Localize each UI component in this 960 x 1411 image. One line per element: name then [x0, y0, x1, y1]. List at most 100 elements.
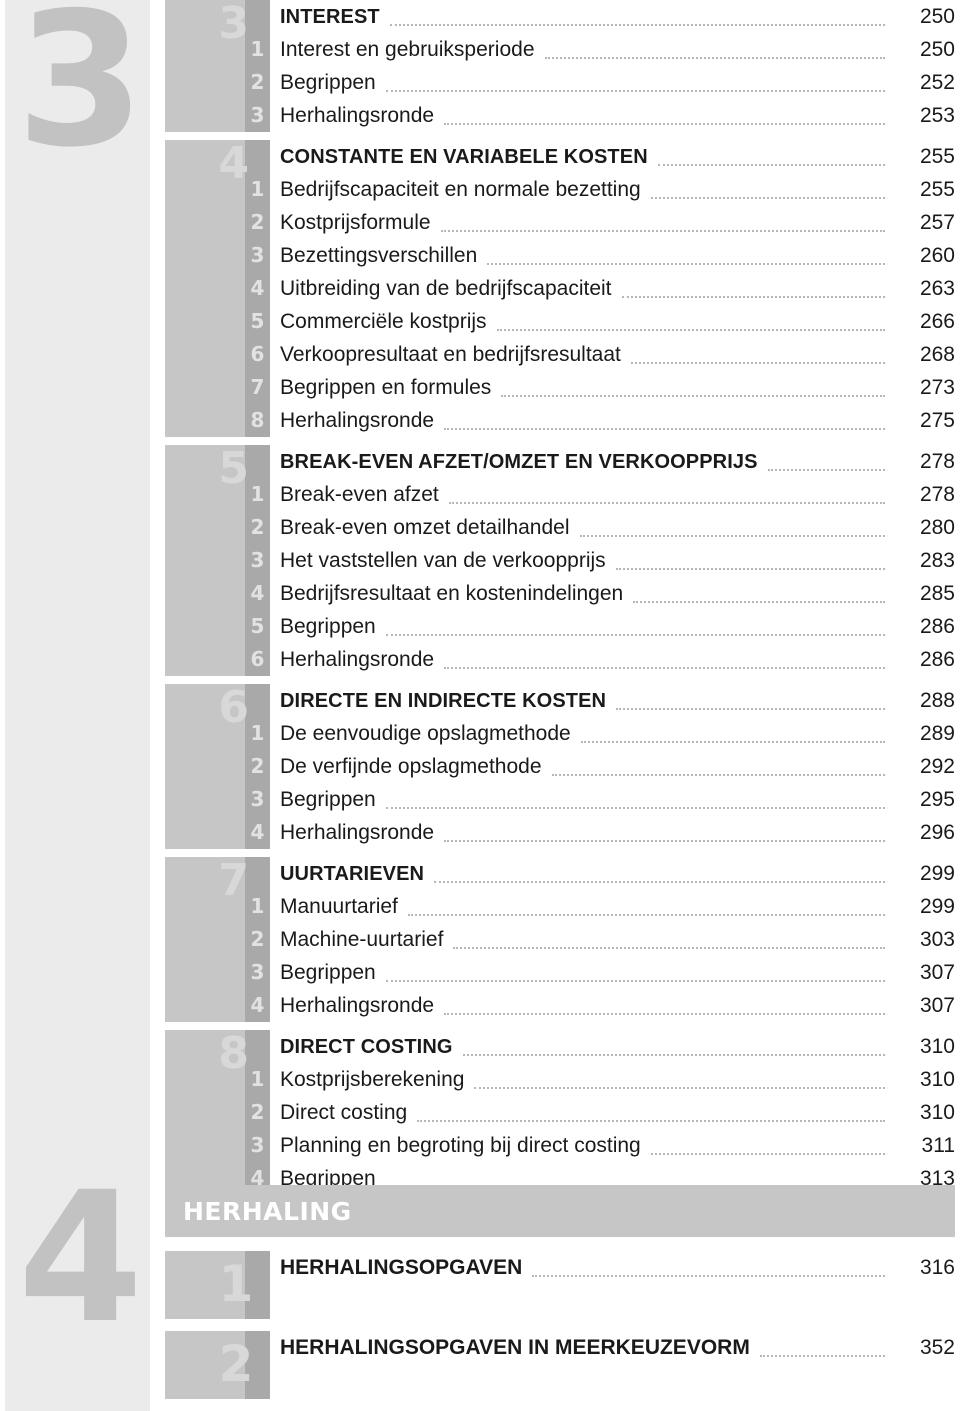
chapter-heading-page: 255 [919, 145, 955, 168]
dot-leader [385, 807, 885, 809]
herhaling-banner-title: HERHALING [183, 1196, 352, 1226]
chapter-block: 6 DIRECTE EN INDIRECTE KOSTEN 288 1 De eenvo… [165, 684, 955, 849]
section-page: 296 [919, 821, 955, 844]
section-number: 4 [250, 276, 265, 300]
section-title: Commerciële kostprijs [280, 310, 487, 333]
toc-entry-row[interactable]: 1 Break-even afzet 278 [165, 478, 955, 511]
dot-leader [633, 601, 885, 603]
part-number-herhaling: 4 [17, 1154, 143, 1363]
section-title: Kostprijsformule [280, 211, 431, 234]
toc-entry-row[interactable]: 7 Begrippen en formules 273 [165, 371, 955, 404]
section-page: 307 [919, 961, 955, 984]
section-number: 4 [250, 820, 265, 844]
toc-entry-row[interactable]: 3 Begrippen 307 [165, 956, 955, 989]
part-number-panel-herhaling: 4 [5, 1154, 150, 1411]
toc-entry-row[interactable]: 4 Herhalingsronde 296 [165, 816, 955, 849]
section-page: 273 [919, 376, 955, 399]
chapter-list: 3 INTEREST 250 1 Interest en gebruiksperiode… [165, 0, 955, 1203]
herhaling-entry[interactable]: 1 HERHALINGSOPGAVEN 316 [165, 1251, 955, 1319]
chapter-block: 3 INTEREST 250 1 Interest en gebruiksperiode… [165, 0, 955, 132]
toc-entry-row[interactable]: 1 De eenvoudige opslagmethode 289 [165, 717, 955, 750]
toc-entry-row[interactable]: 1 Interest en gebruiksperiode 250 [165, 33, 955, 66]
toc-entry-row[interactable]: 3 Begrippen 295 [165, 783, 955, 816]
section-page: 310 [919, 1068, 955, 1091]
toc-entry-row[interactable]: 8 Herhalingsronde 275 [165, 404, 955, 437]
toc-page: 3 3 INTEREST 250 1 Interest en gebruiksperio… [0, 0, 960, 1411]
toc-entry-row[interactable]: 2 De verfijnde opslagmethode 292 [165, 750, 955, 783]
toc-entry-row[interactable]: 1 Manuurtarief 299 [165, 890, 955, 923]
section-title: De eenvoudige opslagmethode [280, 722, 571, 745]
chapter-rows: CONSTANTE EN VARIABELE KOSTEN 255 1 Bedrijf… [165, 140, 955, 437]
toc-entry-row[interactable]: 3 Planning en begroting bij direct costin… [165, 1129, 955, 1162]
chapter-heading-page: 288 [919, 689, 955, 712]
chapter-heading-page: 310 [919, 1035, 955, 1058]
section-number: 1 [250, 721, 265, 745]
section-number: 3 [250, 1133, 265, 1157]
toc-entry-row[interactable]: 1 Bedrijfscapaciteit en normale bezetting… [165, 173, 955, 206]
dot-leader [385, 90, 885, 92]
toc-entry-row[interactable]: 3 Bezettingsverschillen 260 [165, 239, 955, 272]
dot-leader [616, 708, 885, 710]
section-page: 278 [919, 483, 955, 506]
herhaling-entry-row: HERHALINGSOPGAVEN IN MEERKEUZEVORM 352 [280, 1331, 955, 1365]
chapter-block: 7 UURTARIEVEN 299 1 Manuurtarief 299 2 Machine-… [165, 857, 955, 1022]
herhaling-banner: HERHALING [165, 1185, 955, 1237]
chapter-heading-page: 250 [919, 5, 955, 28]
toc-entry-row[interactable]: 6 Verkoopresultaat en bedrijfsresultaat 26… [165, 338, 955, 371]
chapter-heading-title: INTEREST [280, 6, 380, 28]
section-page: 250 [919, 38, 955, 61]
section-title: Break-even omzet detailhandel [280, 516, 570, 539]
dot-leader [579, 535, 885, 537]
chapter-heading-title: DIRECTE EN INDIRECTE KOSTEN [280, 690, 607, 712]
toc-entry-row[interactable]: 1 Kostprijsberekening 310 [165, 1063, 955, 1096]
chapter-heading-title: BREAK-EVEN AFZET/OMZET EN VERKOOPPRIJS [280, 451, 758, 473]
herhaling-entry-list: 1 HERHALINGSOPGAVEN 316 2 HERHALINGSOPGAVEN … [165, 1251, 955, 1399]
chapter-heading-row[interactable]: DIRECTE EN INDIRECTE KOSTEN 288 [165, 684, 955, 717]
dot-leader [615, 568, 885, 570]
toc-entry-row[interactable]: 5 Commerciële kostprijs 266 [165, 305, 955, 338]
dot-leader [385, 980, 885, 982]
toc-entry-row[interactable]: 3 Herhalingsronde 253 [165, 99, 955, 132]
toc-entry-row[interactable]: 4 Bedrijfsresultaat en kostenindelingen 28… [165, 577, 955, 610]
toc-entry-row[interactable]: 2 Direct costing 310 [165, 1096, 955, 1129]
toc-entry-row[interactable]: 4 Uitbreiding van de bedrijfscapaciteit 26… [165, 272, 955, 305]
toc-entry-row[interactable]: 2 Kostprijsformule 257 [165, 206, 955, 239]
section-title: Begrippen [280, 615, 376, 638]
section-number: 1 [250, 894, 265, 918]
herhaling-entry-row: HERHALINGSOPGAVEN 316 [280, 1251, 955, 1285]
chapter-heading-row[interactable]: INTEREST 250 [165, 0, 955, 33]
chapter-rows: UURTARIEVEN 299 1 Manuurtarief 299 2 Machine-u… [165, 857, 955, 1022]
toc-entry-row[interactable]: 2 Begrippen 252 [165, 66, 955, 99]
herhaling-entry-title: HERHALINGSOPGAVEN IN MEERKEUZEVORM [280, 1336, 750, 1359]
dot-leader [767, 469, 885, 471]
toc-entry-row[interactable]: 5 Begrippen 286 [165, 610, 955, 643]
chapter-heading-title: DIRECT COSTING [280, 1036, 453, 1058]
section-page: 283 [919, 549, 955, 572]
section-page: 275 [919, 409, 955, 432]
section-title: Herhalingsronde [280, 821, 435, 844]
chapter-heading-row[interactable]: DIRECT COSTING 310 [165, 1030, 955, 1063]
toc-entry-row[interactable]: 4 Herhalingsronde 307 [165, 989, 955, 1022]
herhaling-content: HERHALING 1 HERHALINGSOPGAVEN 316 2 HERHALIN… [165, 1185, 955, 1411]
section-number: 3 [250, 243, 265, 267]
toc-entry-row[interactable]: 2 Machine-uurtarief 303 [165, 923, 955, 956]
chapter-block: 5 BREAK-EVEN AFZET/OMZET EN VERKOOPPRIJS 2… [165, 445, 955, 676]
toc-entry-row[interactable]: 6 Herhalingsronde 286 [165, 643, 955, 676]
section-number: 2 [250, 927, 265, 951]
section-title: Herhalingsronde [280, 409, 435, 432]
chapter-heading-row[interactable]: UURTARIEVEN 299 [165, 857, 955, 890]
herhaling-entry[interactable]: 2 HERHALINGSOPGAVEN IN MEERKEUZEVORM 352 [165, 1331, 955, 1399]
section-number: 8 [250, 408, 265, 432]
section-page: 280 [919, 516, 955, 539]
section-title: Machine-uurtarief [280, 928, 444, 951]
toc-entry-row[interactable]: 2 Break-even omzet detailhandel 280 [165, 511, 955, 544]
dot-leader [487, 263, 885, 265]
herhaling-entry-page: 316 [919, 1256, 955, 1279]
section-title: De verfijnde opslagmethode [280, 755, 542, 778]
section-page: 285 [919, 582, 955, 605]
toc-entry-row[interactable]: 3 Het vaststellen van de verkoopprijs 283 [165, 544, 955, 577]
section-number: 2 [250, 1100, 265, 1124]
chapter-heading-row[interactable]: CONSTANTE EN VARIABELE KOSTEN 255 [165, 140, 955, 173]
chapter-heading-row[interactable]: BREAK-EVEN AFZET/OMZET EN VERKOOPPRIJS 27… [165, 445, 955, 478]
dot-leader [580, 741, 885, 743]
